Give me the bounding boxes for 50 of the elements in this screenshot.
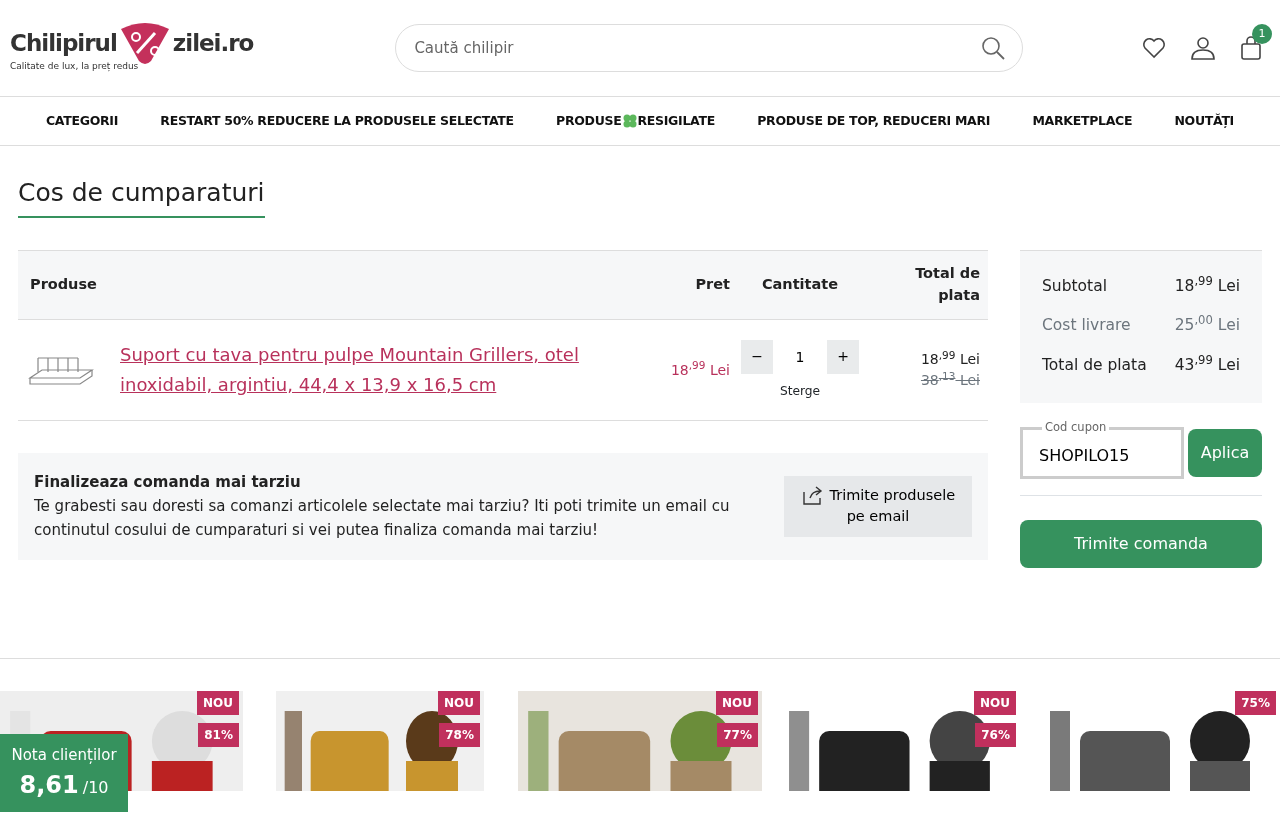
search-field[interactable]: Caută chilipir bbox=[395, 24, 1024, 72]
summary-value: 18$^{,99}$ Lei bbox=[1174, 275, 1240, 297]
cart-count: 1 bbox=[1252, 23, 1272, 44]
rating-label: Nota clienților bbox=[10, 745, 118, 766]
product-badge: NOU bbox=[197, 690, 239, 715]
product-badge: NOU bbox=[974, 690, 1016, 715]
summary-value: 43$^{,99}$ Lei bbox=[1174, 353, 1240, 376]
nav-link[interactable]: PRODUSE RESIGILATE bbox=[556, 111, 715, 131]
rating-scale: /10 bbox=[82, 776, 109, 799]
coupon-label: Cod cupon bbox=[1042, 419, 1110, 434]
logo-text: Chilipirul bbox=[10, 28, 117, 58]
summary-label: Subtotal bbox=[1042, 276, 1107, 297]
price-text: 18$^{,99}$ Lei bbox=[669, 359, 730, 380]
column-header: Produse bbox=[29, 275, 98, 295]
search-icon[interactable] bbox=[981, 36, 1006, 60]
summary-label: Cost livrare bbox=[1042, 315, 1131, 337]
later-title: Finalizeaza comanda mai tarziu bbox=[34, 472, 302, 493]
apply-button[interactable]: Aplica bbox=[1188, 428, 1262, 477]
nav-link[interactable]: CATEGORII bbox=[46, 111, 119, 131]
column-header: Total de plata bbox=[914, 264, 980, 305]
product-badge: 77% bbox=[717, 722, 758, 747]
product-link[interactable]: Suport cu tava pentru pulpe Mountain Grillers, otel inoxidabil, argintiu, 44,4 x 13,9 x 16,5 cm bbox=[120, 340, 600, 400]
product-badge: NOU bbox=[716, 690, 758, 715]
product-badge: 81% bbox=[198, 722, 239, 747]
page-title: Cos de cumparaturi bbox=[18, 178, 265, 218]
heart-icon[interactable] bbox=[1142, 37, 1166, 59]
rating-score: 8,61 bbox=[19, 769, 79, 801]
column-header: Cantitate bbox=[760, 275, 840, 295]
quantity-field[interactable]: 1 bbox=[773, 339, 827, 374]
product-badge: 76% bbox=[975, 722, 1016, 747]
product-badge: 75% bbox=[1235, 690, 1276, 715]
submit-order-button[interactable]: Trimite comanda bbox=[1020, 519, 1262, 568]
product-badge: 78% bbox=[439, 722, 480, 747]
column-header: Pret bbox=[694, 275, 730, 295]
total-price: 18$^{,99}$ Lei bbox=[919, 349, 980, 369]
nav-link[interactable]: RESTART 50% REDUCERE LA PRODUSELE SELECTATE bbox=[160, 111, 514, 131]
summary-value: 25$^{,00}$ Lei bbox=[1174, 314, 1240, 337]
nav-link[interactable]: MARKETPLACE bbox=[1032, 111, 1133, 131]
shopping-bag-icon[interactable] bbox=[1240, 36, 1262, 61]
later-description: Te grabesti sau doresti sa comanzi articolele selectate mai tarziu? Iti poti trimite un email cu continutul cosului de cumparaturi si vei putea finaliza comanda mai tarziu! bbox=[34, 495, 731, 541]
remove-link[interactable]: Sterge bbox=[779, 381, 821, 401]
summary-label: Total de plata bbox=[1042, 354, 1147, 376]
old-price: 38$^{,13}$ Lei bbox=[919, 370, 980, 390]
product-badge: NOU bbox=[438, 690, 480, 715]
nav-link[interactable]: NOUTĂȚI bbox=[1174, 111, 1234, 131]
nav-link[interactable]: PRODUSE DE TOP, REDUCERI MARI bbox=[757, 111, 991, 131]
email-button[interactable]: Trimite produsele pe email bbox=[784, 475, 972, 537]
logo-tagline: Calitate de lux, la preț redus bbox=[10, 61, 140, 71]
logo-text: zilei.ro bbox=[172, 28, 254, 58]
user-icon[interactable] bbox=[1190, 36, 1216, 60]
